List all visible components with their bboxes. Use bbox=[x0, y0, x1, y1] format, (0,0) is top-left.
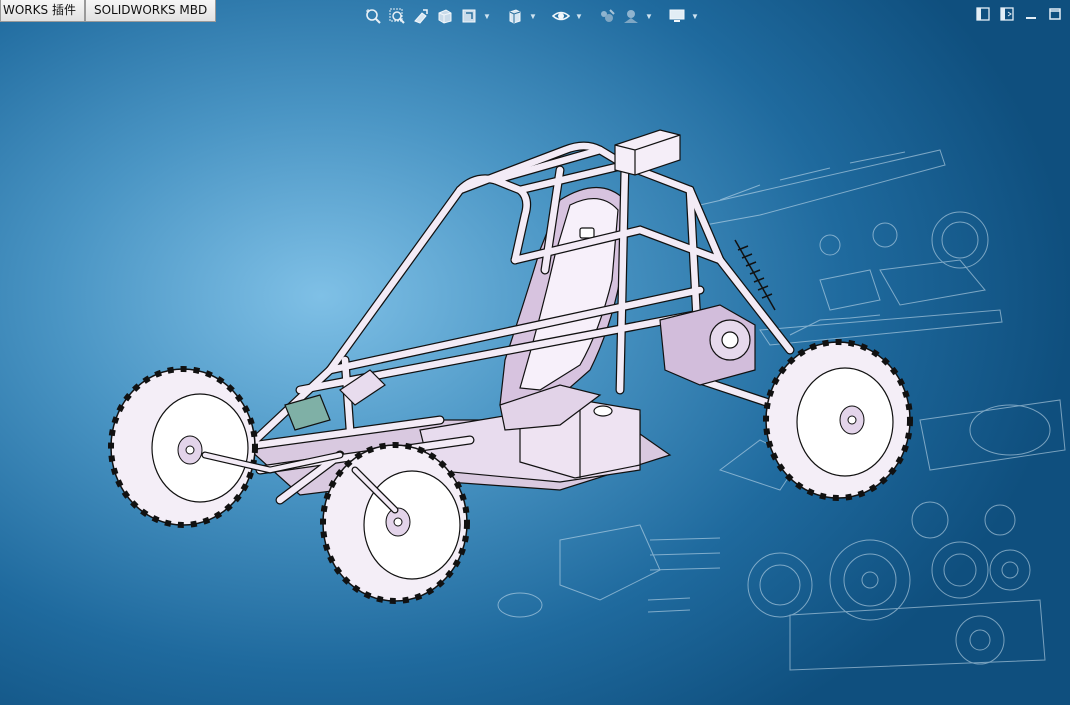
apply-scene-dropdown[interactable]: ▼ bbox=[645, 6, 653, 26]
view-settings-icon[interactable] bbox=[667, 6, 687, 26]
maximize-icon[interactable] bbox=[1048, 7, 1062, 21]
split-view-left-icon[interactable] bbox=[976, 7, 990, 21]
display-style-icon[interactable] bbox=[505, 6, 525, 26]
rear-engine bbox=[659, 304, 756, 386]
hide-show-items-icon[interactable] bbox=[551, 6, 571, 26]
zoom-to-fit-icon[interactable] bbox=[363, 6, 383, 26]
split-view-right-icon[interactable] bbox=[1000, 7, 1014, 21]
restore-icon[interactable] bbox=[1024, 7, 1038, 21]
wheel-rear-right[interactable] bbox=[763, 339, 913, 501]
wheel-front-left[interactable] bbox=[108, 366, 258, 528]
buggy-model[interactable] bbox=[108, 129, 913, 604]
command-manager-tabs: WORKS 插件 SOLIDWORKS MBD bbox=[0, 0, 217, 22]
view-orientation-dropdown[interactable]: ▼ bbox=[483, 6, 491, 26]
view-orientation-icon[interactable] bbox=[459, 6, 479, 26]
apply-scene-icon[interactable] bbox=[621, 6, 641, 26]
previous-view-icon[interactable] bbox=[411, 6, 431, 26]
zoom-to-area-icon[interactable] bbox=[387, 6, 407, 26]
tab-solidworks-mbd[interactable]: SOLIDWORKS MBD bbox=[84, 0, 217, 22]
section-view-icon[interactable] bbox=[435, 6, 455, 26]
hide-show-dropdown[interactable]: ▼ bbox=[575, 6, 583, 26]
graphics-area[interactable] bbox=[0, 0, 1070, 705]
heads-up-view-toolbar: ▼ ▼ ▼ ▼ ▼ bbox=[363, 5, 699, 27]
tab-solidworks-addins[interactable]: WORKS 插件 bbox=[0, 0, 85, 22]
display-style-dropdown[interactable]: ▼ bbox=[529, 6, 537, 26]
model-canvas[interactable] bbox=[0, 0, 1070, 705]
view-settings-dropdown[interactable]: ▼ bbox=[691, 6, 699, 26]
roof-box bbox=[614, 129, 681, 176]
viewport-window-controls bbox=[976, 7, 1062, 21]
edit-appearance-icon[interactable] bbox=[597, 6, 617, 26]
wheel-front-right[interactable] bbox=[320, 442, 470, 604]
